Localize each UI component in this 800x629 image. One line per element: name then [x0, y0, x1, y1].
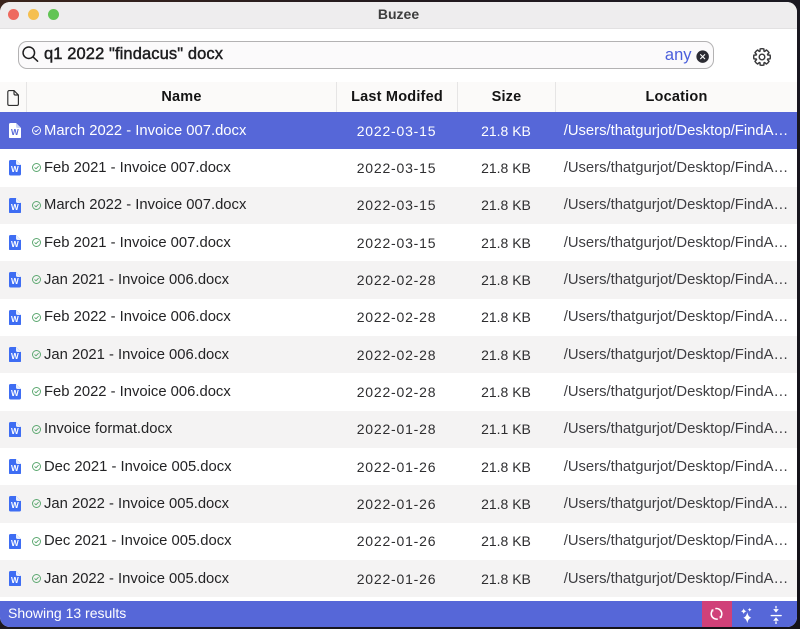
svg-text:W: W: [11, 165, 19, 174]
svg-text:W: W: [11, 464, 19, 473]
svg-text:W: W: [11, 576, 19, 585]
svg-text:W: W: [11, 539, 19, 548]
svg-text:W: W: [11, 240, 19, 249]
svg-text:W: W: [11, 128, 19, 137]
svg-text:W: W: [11, 315, 19, 324]
svg-text:W: W: [11, 501, 19, 510]
svg-text:W: W: [11, 389, 19, 398]
svg-text:W: W: [11, 427, 19, 436]
svg-text:W: W: [11, 277, 19, 286]
svg-text:W: W: [11, 352, 19, 361]
svg-text:W: W: [11, 203, 19, 212]
